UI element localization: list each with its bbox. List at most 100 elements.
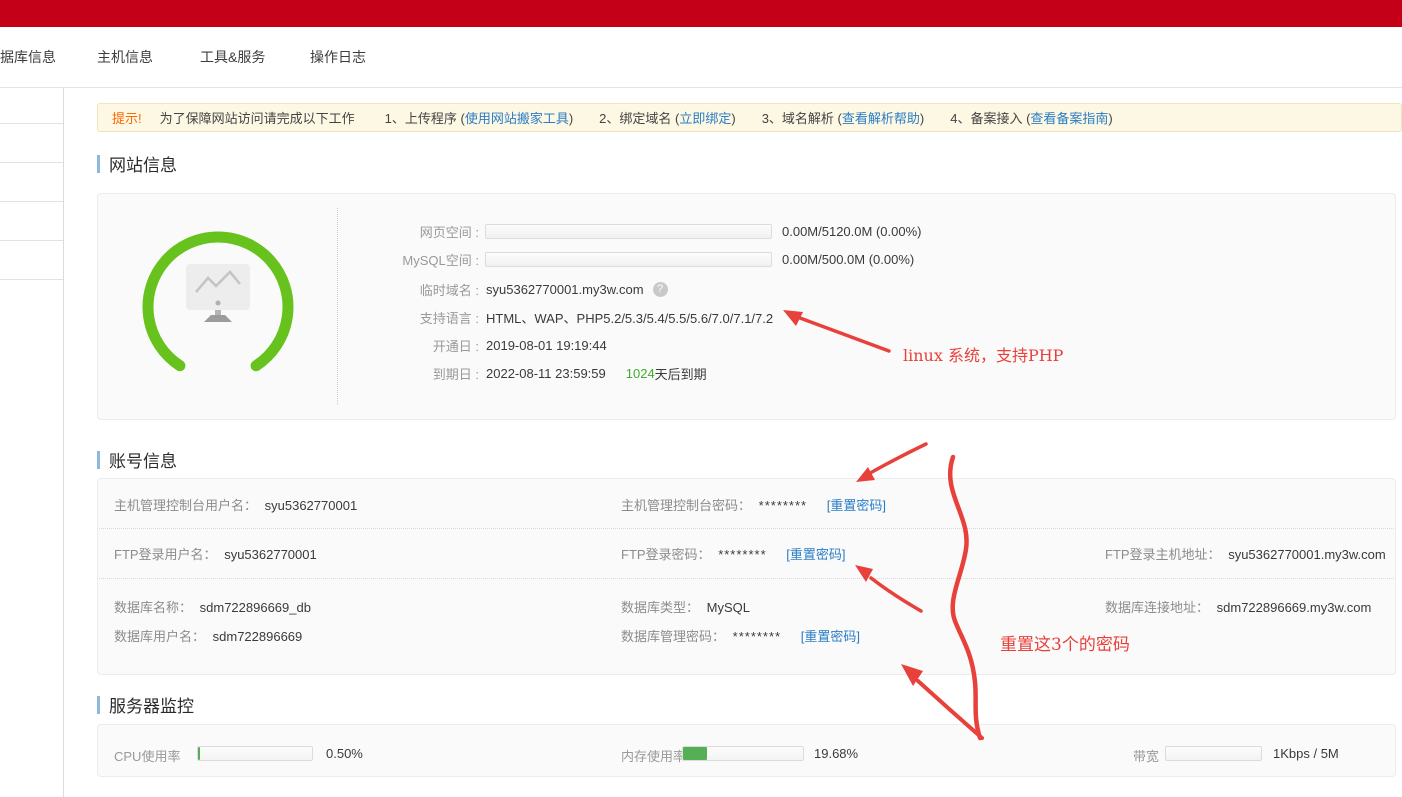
memory-usage-fill <box>683 747 707 760</box>
notice-step-text: ) <box>731 111 735 126</box>
notice-intro: 为了保障网站访问请完成以下工作 <box>160 108 355 127</box>
dns-help-link[interactable]: 查看解析帮助 <box>842 111 920 126</box>
db-username-value: sdm722896669 <box>213 629 303 644</box>
notice-step-text: 3、域名解析 ( <box>762 111 842 126</box>
account-info-title: 账号信息 <box>97 447 177 472</box>
bandwidth-bar <box>1165 746 1262 761</box>
title-accent-bar <box>97 696 100 714</box>
days-remaining-number: 1024 <box>626 366 655 381</box>
notice-step-text: ) <box>920 111 924 126</box>
db-name-label: 数据库名称： <box>114 600 192 615</box>
ftp-host-field: FTP登录主机地址： syu5362770001.my3w.com <box>1105 544 1386 563</box>
sidebar <box>0 88 64 797</box>
open-date-value: 2019-08-01 19:19:44 <box>486 338 607 353</box>
ftp-username-field: FTP登录用户名： syu5362770001 <box>114 544 317 563</box>
section-title-text: 账号信息 <box>109 447 177 472</box>
mysql-space-row: MySQL空间 : 0.00M/500.0M (0.00%) <box>368 249 914 269</box>
web-space-row: 网页空间 : 0.00M/5120.0M (0.00%) <box>368 221 921 241</box>
tab-host-info[interactable]: 主机信息 <box>97 27 153 87</box>
section-title-text: 网站信息 <box>109 151 177 176</box>
reset-db-password-link[interactable]: [重置密码] <box>801 629 860 644</box>
tab-tools-services[interactable]: 工具&服务 <box>200 27 265 87</box>
ftp-host-label: FTP登录主机地址： <box>1105 547 1221 562</box>
title-accent-bar <box>97 155 100 173</box>
ftp-password-value: ******** <box>718 547 766 562</box>
memory-usage-value: 19.68% <box>814 746 858 761</box>
bandwidth-value: 1Kbps / 5M <box>1273 746 1339 761</box>
help-icon[interactable]: ? <box>653 282 668 297</box>
reset-ftp-password-link[interactable]: [重置密码] <box>786 547 845 562</box>
annotation-arrow <box>872 444 926 472</box>
notice-step-text: 1、上传程序 ( <box>385 111 465 126</box>
expire-date-label: 到期日 : <box>368 364 479 383</box>
monitor-icon <box>186 264 250 322</box>
site-info-title: 网站信息 <box>97 151 177 176</box>
tab-operation-log[interactable]: 操作日志 <box>310 27 366 87</box>
db-host-field: 数据库连接地址： sdm722896669.my3w.com <box>1105 597 1371 616</box>
notice-step-bind-domain: 2、绑定域名 (立即绑定) <box>599 108 736 127</box>
db-host-label: 数据库连接地址： <box>1105 600 1209 615</box>
expire-date-row: 到期日 : 2022-08-11 23:59:59 1024 天后到期 <box>368 363 707 383</box>
cpu-usage-fill <box>198 747 200 760</box>
row-divider <box>99 528 1394 529</box>
top-brand-bar <box>0 0 1402 27</box>
languages-row: 支持语言 : HTML、WAP、PHP5.2/5.3/5.4/5.5/5.6/7… <box>368 307 773 327</box>
mysql-space-value: 0.00M/500.0M (0.00%) <box>782 252 914 267</box>
server-monitor-title: 服务器监控 <box>97 692 194 717</box>
notice-bar: 提示! 为了保障网站访问请完成以下工作 1、上传程序 (使用网站搬家工具) 2、… <box>97 103 1402 132</box>
notice-step-text: 2、绑定域名 ( <box>599 111 679 126</box>
ftp-host-value: syu5362770001.my3w.com <box>1228 547 1386 562</box>
mysql-space-label: MySQL空间 : <box>368 250 479 269</box>
tab-database-info[interactable]: 据库信息 <box>0 27 56 87</box>
reset-console-password-link[interactable]: [重置密码] <box>827 498 886 513</box>
temp-domain-row: 临时域名 : syu5362770001.my3w.com ? <box>368 279 668 299</box>
db-password-field: 数据库管理密码： ******** [重置密码] <box>621 626 860 645</box>
open-date-row: 开通日 : 2019-08-01 19:19:44 <box>368 335 607 355</box>
cpu-usage-value: 0.50% <box>326 746 363 761</box>
sidebar-item[interactable] <box>0 88 63 124</box>
db-type-value: MySQL <box>707 600 750 615</box>
ftp-username-value: syu5362770001 <box>224 547 317 562</box>
notice-step-text: ) <box>1108 111 1112 126</box>
db-password-value: ******** <box>733 629 781 644</box>
ftp-username-label: FTP登录用户名： <box>114 547 217 562</box>
server-monitor-card: CPU使用率 0.50% 内存使用率 19.68% 带宽 1Kbps / 5M <box>97 724 1396 777</box>
ftp-password-label: FTP登录密码： <box>621 547 711 562</box>
sidebar-item[interactable] <box>0 163 63 202</box>
db-name-field: 数据库名称： sdm722896669_db <box>114 597 311 616</box>
web-space-value: 0.00M/5120.0M (0.00%) <box>782 224 921 239</box>
console-username-value: syu5362770001 <box>265 498 358 513</box>
notice-step-text: 4、备案接入 ( <box>950 111 1030 126</box>
notice-step-icp: 4、备案接入 (查看备案指南) <box>950 108 1113 127</box>
sidebar-item[interactable] <box>0 241 63 280</box>
console-username-field: 主机管理控制台用户名： syu5362770001 <box>114 495 357 514</box>
bandwidth-label: 带宽 <box>1133 746 1159 765</box>
console-password-label: 主机管理控制台密码： <box>621 498 751 513</box>
web-space-label: 网页空间 : <box>368 222 479 241</box>
row-divider <box>99 578 1394 579</box>
bind-now-link[interactable]: 立即绑定 <box>679 111 731 126</box>
db-type-label: 数据库类型： <box>621 600 699 615</box>
section-title-text: 服务器监控 <box>109 692 194 717</box>
db-name-value: sdm722896669_db <box>200 600 311 615</box>
notice-step-text: ) <box>569 111 573 126</box>
cpu-usage-label: CPU使用率 <box>114 746 180 765</box>
status-gauge-icon <box>98 208 338 388</box>
notice-badge: 提示! <box>112 108 142 127</box>
sidebar-item[interactable] <box>0 124 63 163</box>
console-username-label: 主机管理控制台用户名： <box>114 498 257 513</box>
sidebar-item[interactable] <box>0 202 63 241</box>
ftp-password-field: FTP登录密码： ******** [重置密码] <box>621 544 846 563</box>
notice-step-upload: 1、上传程序 (使用网站搬家工具) <box>385 108 574 127</box>
account-info-card: 主机管理控制台用户名： syu5362770001 主机管理控制台密码： ***… <box>97 478 1396 675</box>
days-remaining-suffix: 天后到期 <box>655 364 707 383</box>
console-password-value: ******** <box>759 498 807 513</box>
open-date-label: 开通日 : <box>368 336 479 355</box>
top-nav: 据库信息 主机信息 工具&服务 操作日志 <box>0 27 1402 88</box>
title-accent-bar <box>97 451 100 469</box>
languages-label: 支持语言 : <box>368 308 479 327</box>
site-mover-tool-link[interactable]: 使用网站搬家工具 <box>465 111 569 126</box>
icp-guide-link[interactable]: 查看备案指南 <box>1030 111 1108 126</box>
cpu-usage-bar <box>197 746 313 761</box>
db-password-label: 数据库管理密码： <box>621 629 725 644</box>
